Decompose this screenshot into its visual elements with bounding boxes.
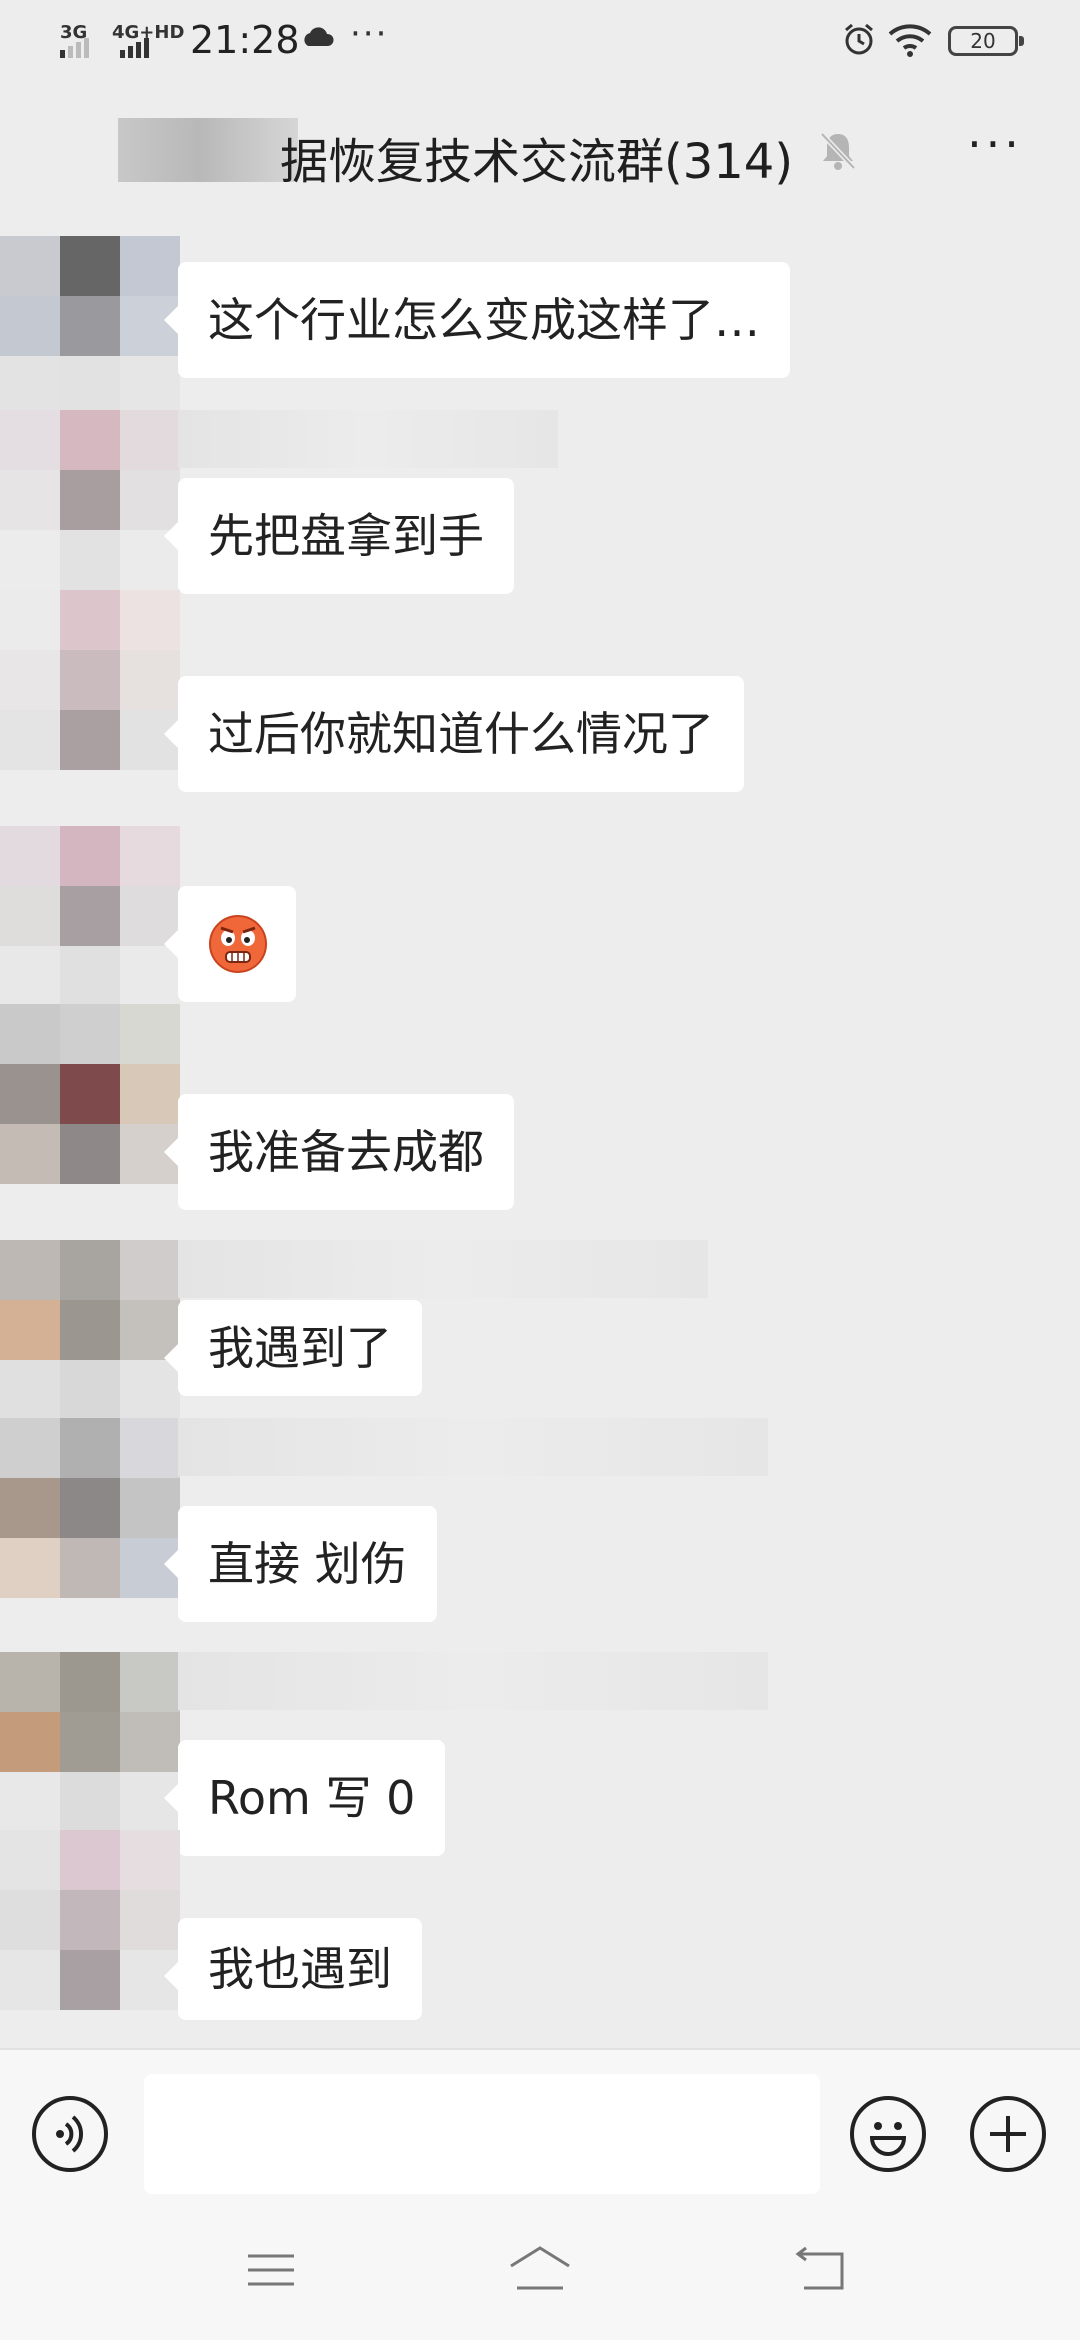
avatar-blurred[interactable] <box>0 1830 180 2010</box>
message-bubble[interactable] <box>164 886 296 1002</box>
sender-name-blurred <box>178 1652 768 1710</box>
plus-button[interactable] <box>970 2096 1046 2172</box>
message-bubble[interactable]: 我遇到了 <box>164 1300 422 1396</box>
system-nav-bar <box>0 2200 1080 2340</box>
avatar-blurred[interactable] <box>0 590 180 770</box>
mute-icon <box>820 132 856 170</box>
voice-icon <box>56 2115 84 2153</box>
cloud-icon <box>304 27 334 46</box>
menu-icon[interactable] <box>236 2240 306 2300</box>
home-icon[interactable] <box>505 2240 575 2300</box>
sender-name-blurred <box>178 1418 768 1476</box>
emoji-icon <box>869 2122 907 2156</box>
plus-icon <box>990 2116 1026 2152</box>
message-bubble[interactable]: Rom 写 0 <box>163 1740 446 1856</box>
signal-icon <box>120 38 149 58</box>
chat-title: 据恢复技术交流群(314) <box>280 134 794 190</box>
avatar-blurred[interactable] <box>0 826 180 1006</box>
frown-emoji-icon <box>209 915 267 973</box>
back-button-blurred[interactable] <box>118 118 298 182</box>
message-bubble[interactable]: 过后你就知道什么情况了 <box>164 676 744 792</box>
alarm-icon <box>845 23 873 55</box>
avatar-blurred[interactable] <box>0 1004 180 1184</box>
emoji-button[interactable] <box>850 2096 926 2172</box>
avatar-blurred[interactable] <box>0 236 180 416</box>
avatar-blurred[interactable] <box>0 410 180 590</box>
message-bubble[interactable]: 这个行业怎么变成这样了… <box>164 262 790 378</box>
voice-button[interactable] <box>32 2096 108 2172</box>
status-bar: 3G 4G+HD 21:28 ··· 20 <box>0 0 1080 84</box>
sender-name-blurred <box>178 1240 708 1298</box>
message-bubble[interactable]: 直接 划伤 <box>164 1506 437 1622</box>
more-button[interactable]: ··· <box>960 121 1030 174</box>
battery-icon: 20 <box>948 26 1024 56</box>
back-icon[interactable] <box>786 2240 856 2300</box>
sender-name-blurred <box>178 410 558 468</box>
avatar-blurred[interactable] <box>0 1240 180 1420</box>
message-bubble[interactable]: 我准备去成都 <box>164 1094 514 1210</box>
message-bubble[interactable]: 我也遇到 <box>164 1918 422 2020</box>
chat-header: 据恢复技术交流群(314) ··· <box>0 84 1080 234</box>
message-bubble[interactable]: 先把盘拿到手 <box>164 478 514 594</box>
wifi-icon <box>888 24 932 57</box>
more-notifications: ··· <box>350 14 389 54</box>
avatar-blurred[interactable] <box>0 1652 180 1832</box>
message-input[interactable] <box>144 2074 820 2194</box>
avatar-blurred[interactable] <box>0 1418 180 1598</box>
clock-time: 21:28 <box>190 18 300 62</box>
signal-icon <box>60 38 89 58</box>
